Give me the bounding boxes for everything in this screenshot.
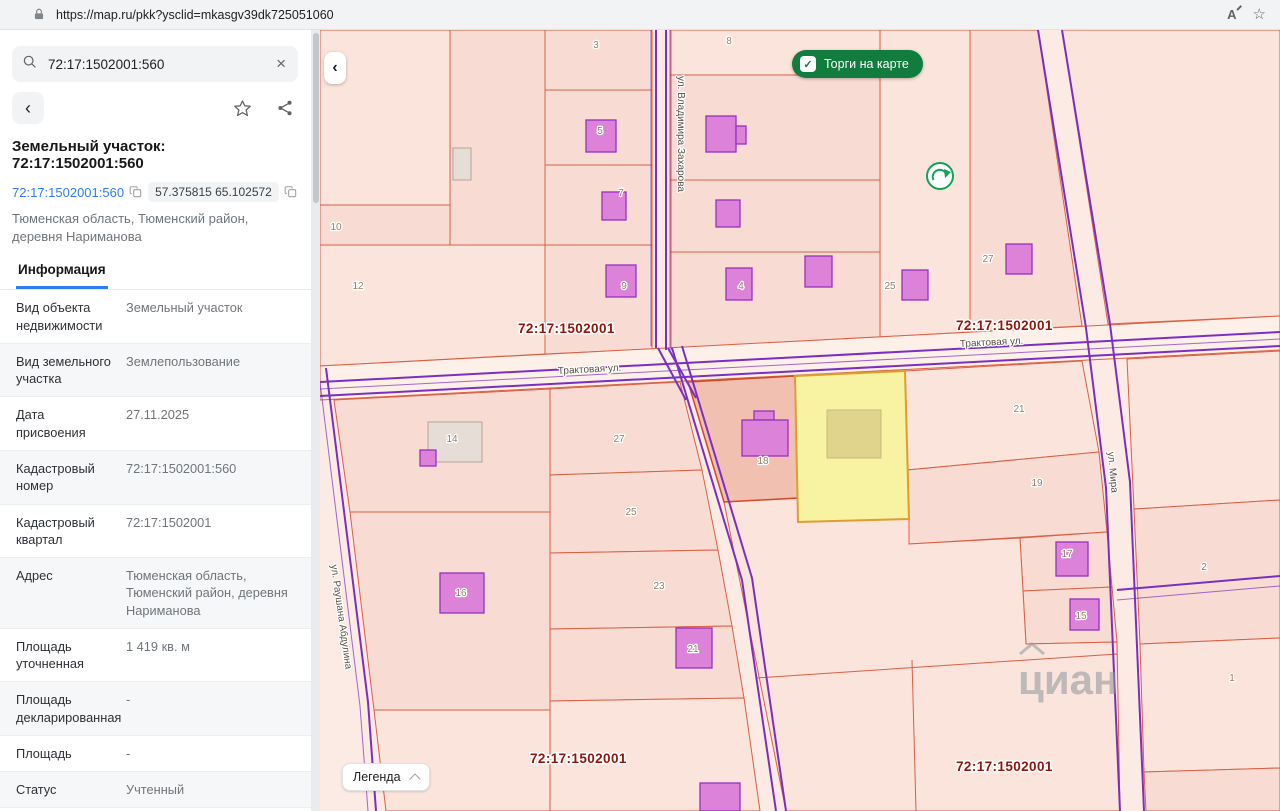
parcel-number: 4 <box>738 281 744 292</box>
text-size-icon[interactable]: A <box>1227 7 1236 22</box>
table-row: Вид объекта недвижимости Земельный участо… <box>0 290 320 344</box>
parcel-number: 25 <box>884 281 896 292</box>
info-label: Площадь декларированная <box>16 691 116 726</box>
legend-button-label: Легенда <box>353 770 401 784</box>
auctions-on-map-button[interactable]: ✓ Торги на карте <box>792 50 923 78</box>
quarter-code-label: 72:17:1502001 <box>518 321 615 336</box>
parcel-number: 1 <box>1229 673 1235 684</box>
street-label-zaharova: ул. Владимира Захарова <box>675 76 686 192</box>
info-label: Вид земельного участка <box>16 353 116 388</box>
search-input[interactable] <box>46 56 274 73</box>
info-value: Учтенный <box>126 781 310 798</box>
auctions-button-label: Торги на карте <box>824 57 909 71</box>
table-row: Дата присвоения 27.11.2025 <box>0 397 320 451</box>
share-icon[interactable] <box>272 95 298 121</box>
table-row: Площадь декларированная- <box>0 682 320 736</box>
parcel-number: 5 <box>597 126 603 137</box>
info-value: Земельный участок <box>126 299 310 334</box>
info-value: 72:17:1502001 <box>126 514 310 549</box>
parcel-number: 16 <box>455 588 467 599</box>
parcel-number: 14 <box>446 434 458 445</box>
parcel-number: 21 <box>1013 404 1025 415</box>
table-row: Площадь уточненная 1 419 кв. м <box>0 629 320 683</box>
info-value: - <box>126 745 310 762</box>
url-text[interactable]: https://map.ru/pkk?ysclid=mkasgv39dk7250… <box>56 8 334 22</box>
info-label: Адрес <box>16 567 116 619</box>
search-box[interactable]: × <box>12 46 298 82</box>
info-label: Вид объекта недвижимости <box>16 299 116 334</box>
bookmark-star-icon[interactable]: ☆ <box>1253 7 1266 22</box>
coordinates-chip: 57.375815 65.102572 <box>148 182 279 202</box>
selected-parcel-building <box>827 410 881 458</box>
legend-button[interactable]: Легенда <box>342 763 430 791</box>
info-label: Дата присвоения <box>16 406 116 441</box>
favorite-star-icon[interactable] <box>229 95 256 122</box>
map-area[interactable]: 3 5 7 9 8 10 12 4 25 27 14 16 27 25 23 2… <box>320 30 1280 811</box>
table-row: Статус Учтенный <box>0 772 320 808</box>
info-table: Вид объекта недвижимости Земельный участо… <box>0 290 320 811</box>
collapse-sidebar-button[interactable]: ‹ <box>324 52 346 84</box>
app: https://map.ru/pkk?ysclid=mkasgv39dk7250… <box>0 0 1280 811</box>
sidebar-scrollbar[interactable] <box>311 30 320 811</box>
parcel-number: 15 <box>1075 611 1087 622</box>
info-value: Тюменская область, Тюменский район, дере… <box>126 567 310 619</box>
info-label: Площадь уточненная <box>16 638 116 673</box>
info-value: 72:17:1502001:560 <box>126 460 310 495</box>
parcel-number: 25 <box>625 507 637 518</box>
back-button[interactable]: ‹ <box>12 92 44 124</box>
check-icon: ✓ <box>800 56 816 72</box>
parcel-number: 12 <box>352 281 364 292</box>
info-value: 27.11.2025 <box>126 406 310 441</box>
copy-coordinates-icon[interactable] <box>284 185 298 199</box>
info-value: Землепользование <box>126 353 310 388</box>
info-value: 1 419 кв. м <box>126 638 310 673</box>
parcel-number: 7 <box>618 188 624 199</box>
quarter-code-label: 72:17:1502001 <box>530 751 627 766</box>
clear-search-icon[interactable]: × <box>274 54 288 74</box>
search-icon <box>22 54 38 75</box>
watermark: циан <box>1018 656 1118 703</box>
parcel-number: 2 <box>1201 562 1207 573</box>
quarter-code-label: 72:17:1502001 <box>956 759 1053 774</box>
cadastral-number-link[interactable]: 72:17:1502001:560 <box>12 185 124 200</box>
table-row: Кадастровый номер 72:17:1502001:560 <box>0 451 320 505</box>
lock-icon <box>32 7 46 22</box>
info-value: - <box>126 691 310 726</box>
parcel-number: 19 <box>1031 478 1043 489</box>
table-row: АдресТюменская область, Тюменский район,… <box>0 558 320 629</box>
parcel-number: 17 <box>1061 549 1073 560</box>
parcel-number: 21 <box>687 644 699 655</box>
table-row: Площадь- <box>0 736 320 772</box>
parcel-number: 23 <box>653 581 665 592</box>
table-row: Вид земельного участка Землепользование <box>0 344 320 398</box>
table-row: Кадастровый квартал 72:17:1502001 <box>0 505 320 559</box>
parcel-number: 10 <box>330 222 342 233</box>
auction-marker-icon[interactable] <box>927 163 953 189</box>
parcel-number: 27 <box>982 254 994 265</box>
tab-information[interactable]: Информация <box>16 258 108 289</box>
info-label: Площадь <box>16 745 116 762</box>
page-title: Земельный участок: 72:17:1502001:560 <box>12 138 298 172</box>
cadastral-map[interactable]: 3 5 7 9 8 10 12 4 25 27 14 16 27 25 23 2… <box>320 30 1280 811</box>
quarter-code-label: 72:17:1502001 <box>956 318 1053 333</box>
parcel-number: 27 <box>613 434 625 445</box>
info-label: Кадастровый квартал <box>16 514 116 549</box>
info-label: Кадастровый номер <box>16 460 116 495</box>
parcel-number: 8 <box>726 36 732 47</box>
copy-icon[interactable] <box>129 185 143 199</box>
tab-bar: Информация <box>0 258 320 290</box>
parcel-number: 3 <box>593 40 599 51</box>
parcel-number: 9 <box>621 281 627 292</box>
address-summary: Тюменская область, Тюменский район, дере… <box>12 210 298 246</box>
info-label: Статус <box>16 781 116 798</box>
chevron-up-icon <box>409 773 420 784</box>
sidebar: × ‹ Земельный участок: 72:17:1502001:560… <box>0 30 320 811</box>
browser-bar[interactable]: https://map.ru/pkk?ysclid=mkasgv39dk7250… <box>0 0 1280 30</box>
parcel-number: 18 <box>757 456 769 467</box>
